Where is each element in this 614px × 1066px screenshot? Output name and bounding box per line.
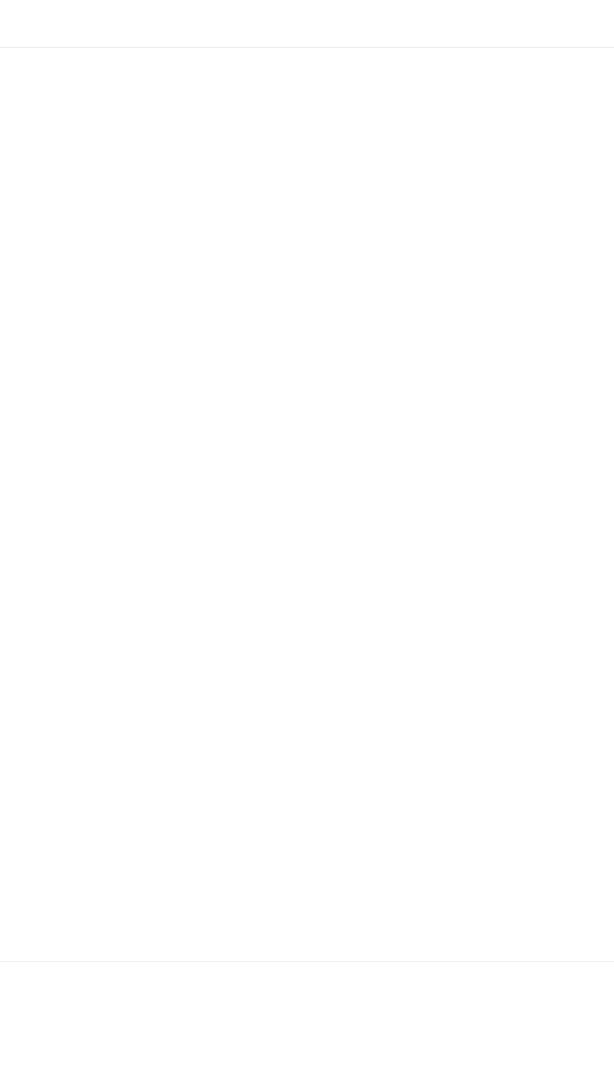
blank-content-area	[0, 48, 614, 961]
top-bar	[0, 0, 614, 48]
bottom-bar	[0, 961, 614, 1066]
app-window	[0, 0, 614, 1066]
